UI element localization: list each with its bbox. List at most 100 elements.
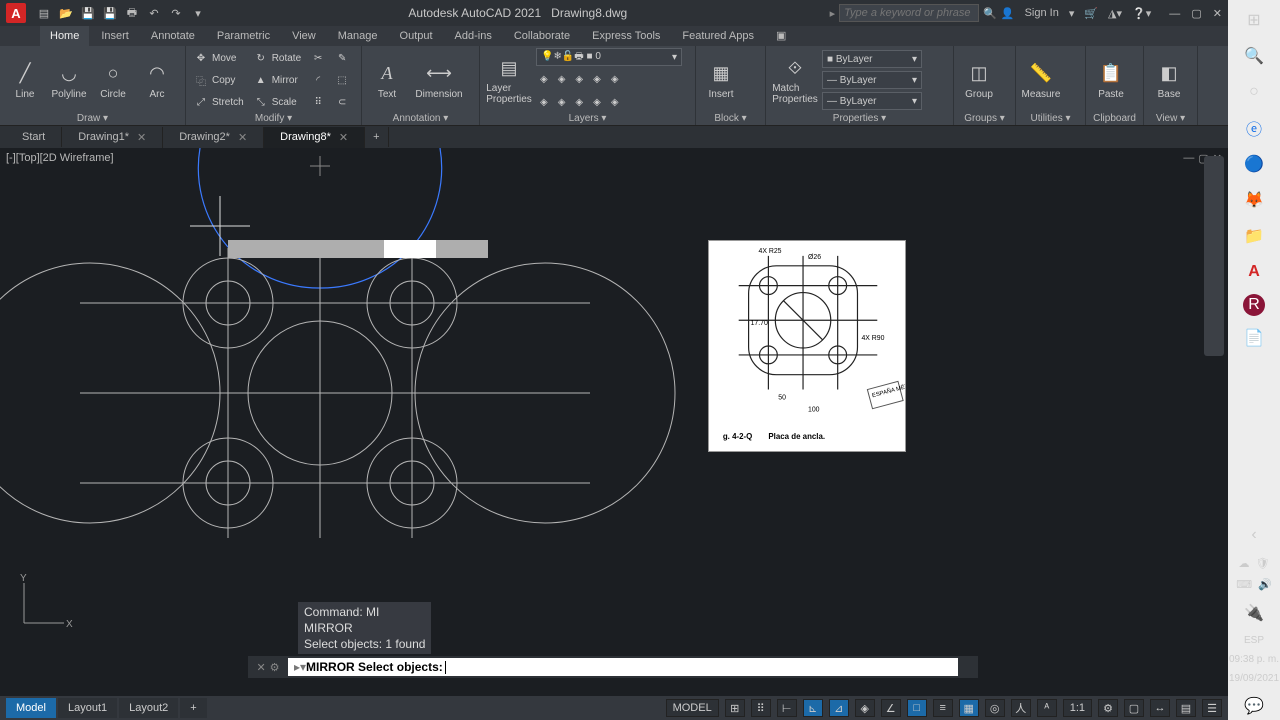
panel-title-draw[interactable]: Draw ▾ (4, 112, 181, 125)
chrome-icon[interactable]: 🔵 (1240, 150, 1268, 178)
panel-title-util[interactable]: Utilities ▾ (1020, 112, 1081, 125)
layer-tool-1[interactable]: ◈ (536, 69, 552, 89)
status-ortho-icon[interactable]: ⊾ (803, 699, 823, 717)
close-icon[interactable]: ✕ (339, 131, 348, 144)
qat-dropdown-icon[interactable]: ▾ (190, 5, 206, 21)
trim-button[interactable]: ✂ (307, 48, 329, 68)
dimension-button[interactable]: ⟷Dimension (410, 59, 468, 102)
tray-date[interactable]: 19/09/2021 (1229, 673, 1279, 684)
circle-button[interactable]: ○Circle (92, 59, 134, 102)
minimize-icon[interactable]: — (1169, 8, 1180, 20)
array-button[interactable]: ⠿ (307, 92, 329, 112)
panel-title-view[interactable]: View ▾ (1148, 112, 1193, 125)
cortana-icon[interactable]: ○ (1240, 78, 1268, 106)
user-icon[interactable]: 👤 (1001, 7, 1015, 20)
panel-title-props[interactable]: Properties ▾ (770, 112, 949, 125)
close-icon[interactable]: ✕ (1213, 8, 1222, 20)
line-button[interactable]: ╱Line (4, 59, 46, 102)
tab-collaborate[interactable]: Collaborate (504, 26, 580, 46)
layer-tool-6[interactable]: ◈ (536, 92, 552, 112)
plot-icon[interactable]: 🖶 (124, 5, 140, 21)
status-custom-icon[interactable]: ☰ (1202, 699, 1222, 717)
text-button[interactable]: AText (366, 59, 408, 102)
status-polar-icon[interactable]: ⊿ (829, 699, 849, 717)
close-icon[interactable]: ✕ (238, 131, 247, 144)
lineweight-dropdown[interactable]: — ByLayer▾ (822, 71, 922, 89)
status-cycle-icon[interactable]: ◎ (985, 699, 1005, 717)
explode-button[interactable]: ⬚ (331, 70, 353, 90)
autodesk-icon[interactable]: ◮▾ (1108, 7, 1122, 20)
mirror-button[interactable]: ▲Mirror (250, 70, 305, 90)
tab-home[interactable]: Home (40, 26, 89, 46)
measure-button[interactable]: 📏Measure (1020, 59, 1062, 102)
layer-tool-2[interactable]: ◈ (554, 69, 570, 89)
layout-add[interactable]: + (180, 698, 206, 718)
status-snap-icon[interactable]: ⠿ (751, 699, 771, 717)
tray-onedrive-icon[interactable]: ☁ (1239, 557, 1250, 570)
insert-button[interactable]: ▦Insert (700, 59, 742, 102)
tray-security-icon[interactable]: 🛡 (1256, 557, 1270, 570)
layer-tool-3[interactable]: ◈ (571, 69, 587, 89)
status-trans-icon[interactable]: ▦ (959, 699, 979, 717)
drawing-area[interactable]: [-][Top][2D Wireframe] — ▢ ✕ (0, 148, 1228, 696)
status-osnap-icon[interactable]: □ (907, 699, 927, 717)
tab-annotate[interactable]: Annotate (141, 26, 205, 46)
tab-addins[interactable]: Add-ins (445, 26, 502, 46)
saveas-icon[interactable]: 💾 (102, 5, 118, 21)
firefox-icon[interactable]: 🦊 (1240, 186, 1268, 214)
app-r-icon[interactable]: R (1243, 294, 1265, 316)
panel-title-layers[interactable]: Layers ▾ (484, 112, 691, 125)
search-arrow-icon[interactable]: ▸ (830, 7, 836, 20)
tab-featured[interactable]: Featured Apps (672, 26, 764, 46)
help-icon[interactable]: ❔▾ (1132, 7, 1151, 20)
dynamic-input[interactable] (228, 240, 488, 258)
status-lw-icon[interactable]: ≡ (933, 699, 953, 717)
close-icon[interactable]: ✕ (137, 131, 146, 144)
arc-button[interactable]: ◠Arc (136, 59, 178, 102)
cmd-customize-icon[interactable]: ⚙ (270, 661, 280, 674)
erase-button[interactable]: ✎ (331, 48, 353, 68)
offset-button[interactable]: ⊂ (331, 92, 353, 112)
status-ws-icon[interactable]: ⚙ (1098, 699, 1118, 717)
layout-2[interactable]: Layout2 (119, 698, 178, 718)
copy-button[interactable]: ⿻Copy (190, 70, 248, 90)
search-input[interactable] (839, 4, 979, 22)
tab-extra-icon[interactable]: ▣ (766, 25, 796, 46)
color-dropdown[interactable]: ■ ByLayer▾ (822, 50, 922, 68)
polyline-button[interactable]: ◡Polyline (48, 59, 90, 102)
tab-parametric[interactable]: Parametric (207, 26, 280, 46)
explorer-icon[interactable]: 📁 (1240, 222, 1268, 250)
new-icon[interactable]: ▤ (36, 5, 52, 21)
cart-icon[interactable]: 🛒 (1084, 7, 1098, 20)
move-button[interactable]: ✥Move (190, 48, 248, 68)
paste-button[interactable]: 📋Paste (1090, 59, 1132, 102)
tab-insert[interactable]: Insert (91, 26, 139, 46)
tab-view[interactable]: View (282, 26, 326, 46)
status-infer-icon[interactable]: ⊢ (777, 699, 797, 717)
layout-1[interactable]: Layout1 (58, 698, 117, 718)
file-tab-start[interactable]: Start (6, 127, 62, 147)
cmd-close-icon[interactable]: ✕ (256, 661, 265, 674)
stretch-button[interactable]: ⤢Stretch (190, 92, 248, 112)
panel-title-block[interactable]: Block ▾ (700, 112, 761, 125)
tray-show-icon[interactable]: ‹ (1240, 521, 1268, 549)
new-tab-button[interactable]: + (365, 127, 388, 147)
tray-lang[interactable]: ESP (1244, 635, 1264, 646)
tray-time[interactable]: 09:38 p. m. (1229, 654, 1279, 665)
fillet-button[interactable]: ◜ (307, 70, 329, 90)
open-icon[interactable]: 📂 (58, 5, 74, 21)
search-icon[interactable]: 🔍 (983, 7, 997, 20)
linetype-dropdown[interactable]: — ByLayer▾ (822, 92, 922, 110)
status-otrack-icon[interactable]: ∠ (881, 699, 901, 717)
panel-title-annot[interactable]: Annotation ▾ (366, 112, 475, 125)
maximize-icon[interactable]: ▢ (1191, 8, 1201, 20)
layer-props-button[interactable]: ▤Layer Properties (484, 53, 534, 107)
file-tab-drawing2[interactable]: Drawing2*✕ (163, 127, 264, 148)
start-icon[interactable]: ⊞ (1240, 6, 1268, 34)
status-monitor-icon[interactable]: ▢ (1124, 699, 1144, 717)
canvas[interactable] (0, 148, 1228, 668)
autocad-icon[interactable]: A (1240, 258, 1268, 286)
tray-keyboard-icon[interactable]: ⌨ (1236, 578, 1252, 591)
file-tab-drawing1[interactable]: Drawing1*✕ (62, 127, 163, 148)
layer-tool-7[interactable]: ◈ (554, 92, 570, 112)
